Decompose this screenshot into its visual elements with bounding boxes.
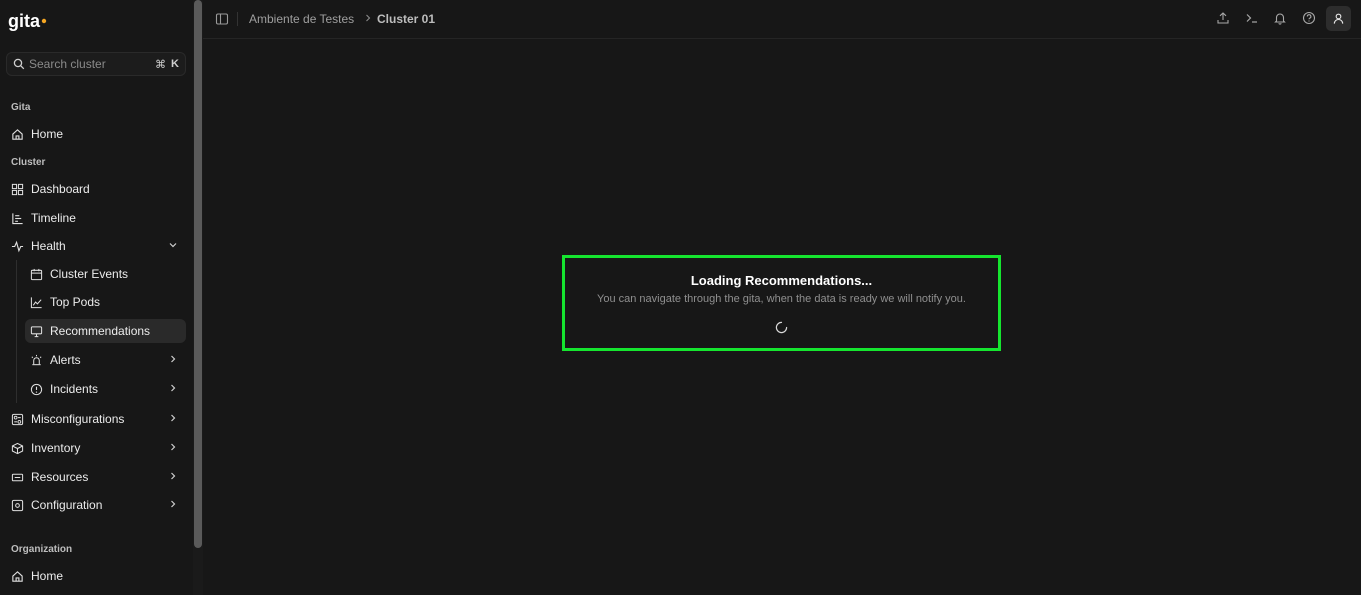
spinner-icon: [775, 321, 788, 334]
settings-square-icon: [11, 499, 24, 512]
header-divider: [237, 12, 238, 26]
sidebar-toggle-icon[interactable]: [215, 12, 229, 26]
chevron-right-icon[interactable]: [168, 471, 178, 481]
chevron-right-icon[interactable]: [168, 499, 178, 509]
monitor-icon: [30, 325, 43, 338]
search-icon: [13, 58, 25, 70]
section-label-cluster: Cluster: [11, 157, 46, 168]
command-key-symbol: ⌘: [155, 57, 167, 71]
chevron-right-icon[interactable]: [168, 413, 178, 423]
search-cluster[interactable]: ⌘ K: [6, 52, 186, 76]
loading-subtitle: You can navigate through the gita, when …: [597, 293, 966, 305]
sidebar: gita ⌘ K Gita Home Cluster Dashboard Tim…: [0, 0, 193, 595]
chevron-right-icon[interactable]: [168, 383, 178, 393]
loading-title: Loading Recommendations...: [690, 273, 873, 288]
search-shortcut: ⌘ K: [155, 58, 179, 71]
home-icon: [11, 570, 24, 583]
dashboard-grid-icon: [11, 183, 24, 196]
sidebar-item-label: Cluster Events: [50, 267, 129, 281]
sidebar-item-org-home[interactable]: Home: [6, 564, 186, 588]
breadcrumb-current: Cluster 01: [377, 12, 436, 26]
svg-text:gita: gita: [8, 12, 41, 31]
home-icon: [11, 128, 24, 141]
sidebar-item-recommendations[interactable]: Recommendations: [25, 319, 186, 343]
package-icon: [11, 442, 24, 455]
sidebar-item-label: Home: [31, 127, 64, 141]
upload-icon[interactable]: [1216, 11, 1230, 25]
misconfig-icon: [11, 413, 24, 426]
line-chart-icon: [30, 296, 43, 309]
sidebar-item-cluster-events[interactable]: Cluster Events: [25, 262, 186, 286]
loading-recommendations-panel: Loading Recommendations... You can navig…: [562, 255, 1001, 351]
sidebar-scrollbar-thumb[interactable]: [194, 0, 202, 548]
help-circle-icon[interactable]: [1302, 11, 1316, 25]
sidebar-item-label: Dashboard: [31, 182, 90, 196]
chevron-right-icon[interactable]: [168, 442, 178, 452]
sidebar-item-label: Recommendations: [50, 324, 151, 338]
user-avatar-button[interactable]: [1326, 6, 1351, 31]
sidebar-item-resources[interactable]: Resources: [6, 465, 186, 489]
sidebar-item-label: Timeline: [31, 211, 76, 225]
gita-logo[interactable]: gita: [8, 8, 48, 36]
alert-circle-icon: [30, 383, 43, 396]
sidebar-item-timeline[interactable]: Timeline: [6, 206, 186, 230]
siren-alert-icon: [30, 354, 43, 367]
shortcut-key: K: [171, 58, 179, 70]
sidebar-item-inventory[interactable]: Inventory: [6, 436, 186, 460]
tree-line: [16, 260, 17, 403]
section-label-organization: Organization: [11, 544, 73, 555]
user-icon: [1332, 12, 1345, 25]
activity-pulse-icon: [11, 240, 24, 253]
calendar-icon: [30, 268, 43, 281]
sidebar-item-label: Configuration: [31, 498, 103, 512]
sidebar-item-dashboard[interactable]: Dashboard: [6, 177, 186, 201]
section-label-gita: Gita: [11, 102, 31, 113]
sidebar-item-misconfigurations[interactable]: Misconfigurations: [6, 407, 186, 431]
sidebar-item-home[interactable]: Home: [6, 122, 186, 146]
sidebar-item-label: Health: [31, 239, 66, 253]
sidebar-item-label: Misconfigurations: [31, 412, 125, 426]
search-input[interactable]: [29, 57, 147, 71]
sidebar-item-top-pods[interactable]: Top Pods: [25, 290, 186, 314]
sidebar-item-configuration[interactable]: Configuration: [6, 493, 186, 517]
resources-card-icon: [11, 471, 24, 484]
sidebar-item-health[interactable]: Health: [6, 234, 186, 258]
sidebar-item-label: Resources: [31, 470, 89, 484]
terminal-icon[interactable]: [1245, 11, 1259, 25]
chevron-right-icon[interactable]: [168, 354, 178, 364]
sidebar-item-label: Alerts: [50, 353, 81, 367]
sidebar-item-label: Inventory: [31, 441, 81, 455]
sidebar-item-label: Home: [31, 569, 64, 583]
sidebar-item-label: Incidents: [50, 382, 99, 396]
sidebar-item-alerts[interactable]: Alerts: [25, 348, 186, 372]
chevron-down-icon[interactable]: [168, 240, 178, 250]
top-header: Ambiente de Testes Cluster 01: [203, 0, 1361, 39]
breadcrumb-parent[interactable]: Ambiente de Testes: [249, 12, 354, 26]
chevron-right-icon: [363, 13, 373, 23]
sidebar-item-label: Top Pods: [50, 295, 101, 309]
timeline-icon: [11, 212, 24, 225]
sidebar-item-incidents[interactable]: Incidents: [25, 377, 186, 401]
bell-icon[interactable]: [1273, 11, 1287, 25]
